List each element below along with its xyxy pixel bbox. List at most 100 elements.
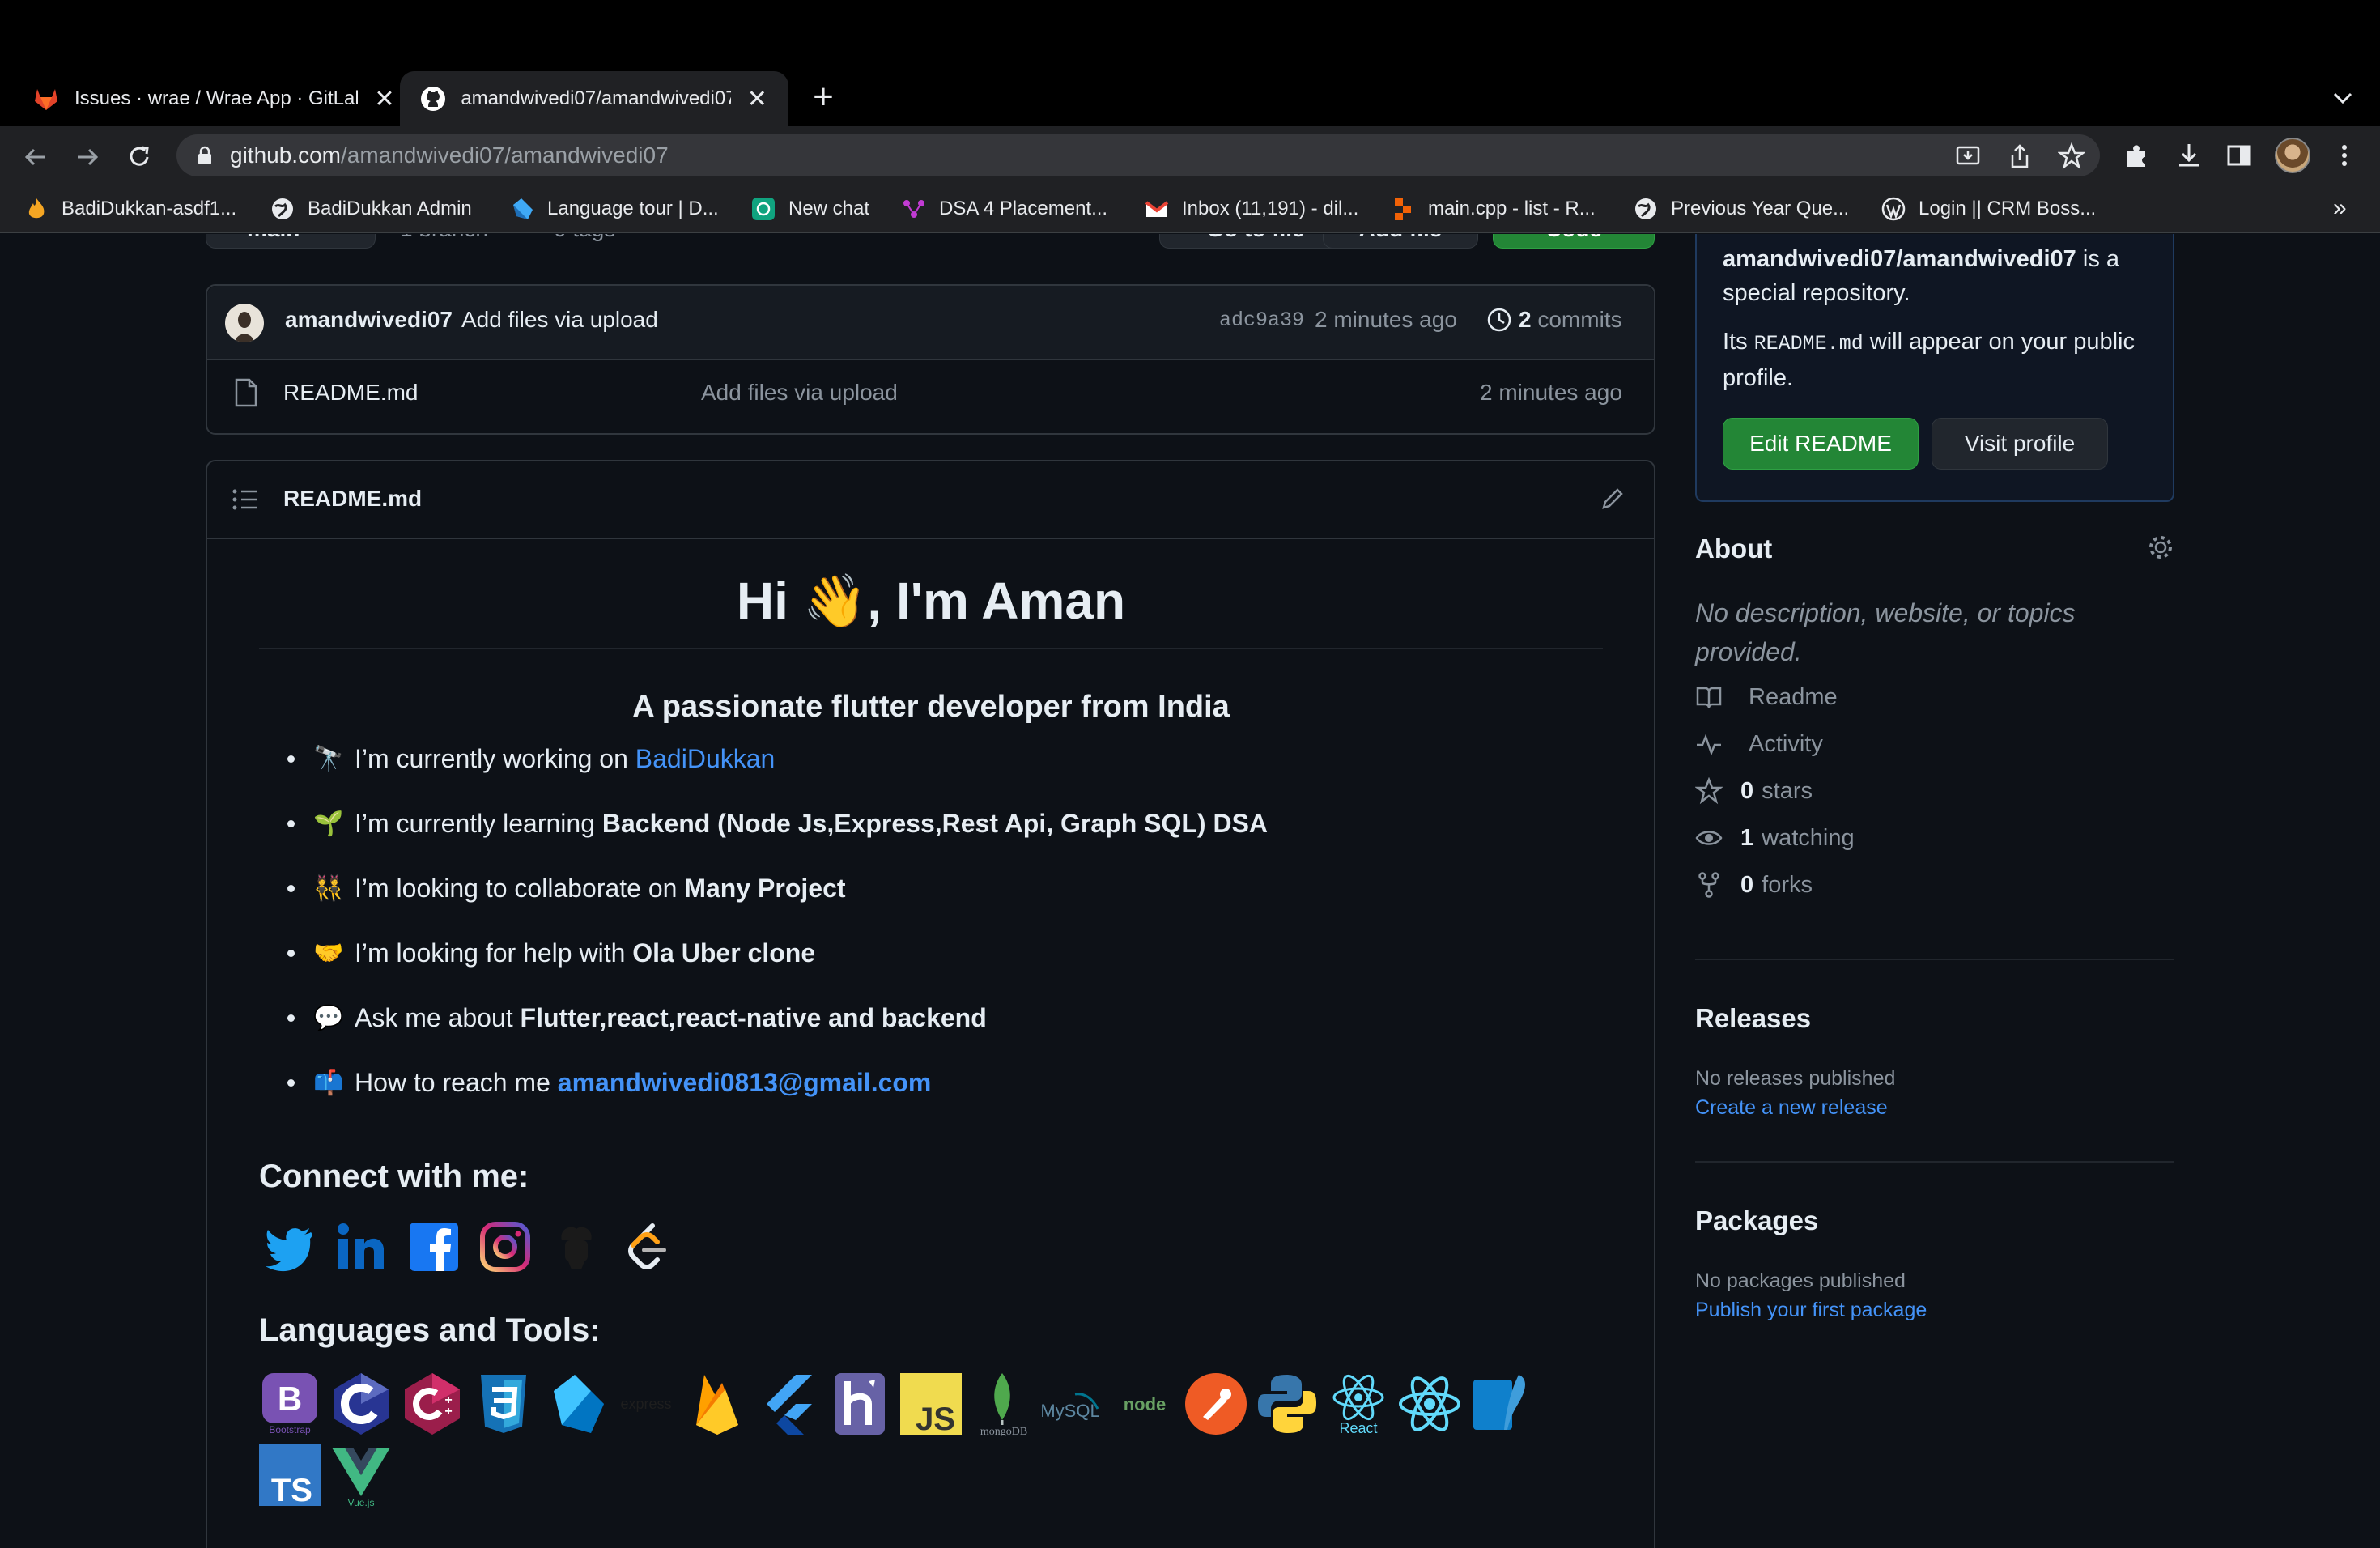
facebook-icon[interactable] [408, 1221, 460, 1273]
postman-icon[interactable] [1184, 1372, 1248, 1436]
gear-icon[interactable] [2147, 534, 2174, 561]
bookmark-item[interactable]: BadiDukkan-asdf1... [24, 185, 236, 233]
commit-hash[interactable]: adc9a39 [1219, 308, 1304, 332]
special-repo-name[interactable]: amandwivedi07/amandwivedi07 [1723, 246, 2076, 272]
bookmarks-overflow-button[interactable]: » [2333, 194, 2347, 222]
nodejs-icon[interactable]: node [1112, 1372, 1177, 1436]
badidukkan-link[interactable]: BadiDukkan [635, 744, 776, 774]
cplusplus-icon[interactable]: + + [400, 1372, 465, 1436]
profile-avatar[interactable] [2275, 138, 2310, 173]
mysql-icon[interactable]: MySQL [1041, 1372, 1106, 1436]
flutter-icon[interactable] [756, 1372, 821, 1436]
edit-readme-label: Edit README [1749, 431, 1892, 456]
commit-author[interactable]: amandwivedi07 [285, 307, 453, 333]
bookmark-item[interactable]: main.cpp - list - R... [1391, 185, 1596, 233]
about-readme-link[interactable]: Readme [1695, 681, 1838, 713]
about-forks-link[interactable]: 0 forks [1695, 869, 1813, 901]
close-icon[interactable]: ✕ [372, 85, 397, 113]
publish-package-link[interactable]: Publish your first package [1695, 1299, 1927, 1322]
table-row[interactable]: README.md Add files via upload 2 minutes… [206, 362, 1655, 423]
readme-title: Hi 👋, I'm Aman [259, 560, 1603, 649]
python-icon[interactable] [1255, 1372, 1320, 1436]
about-watching-link[interactable]: 1 watching [1695, 822, 1855, 854]
download-icon[interactable] [2173, 139, 2205, 172]
bookmark-item[interactable]: Previous Year Que... [1634, 185, 1849, 233]
bullet-text: I’m looking for help with [355, 938, 633, 968]
side-panel-icon[interactable] [2223, 139, 2255, 172]
twitter-icon[interactable] [264, 1221, 316, 1273]
code-label: Code [1545, 234, 1602, 242]
extensions-icon[interactable] [2121, 139, 2153, 172]
bookmark-item[interactable]: Inbox (11,191) - dil... [1145, 185, 1358, 233]
javascript-icon[interactable]: JS [899, 1372, 963, 1436]
vuejs-icon[interactable]: Vue.js [329, 1443, 393, 1508]
bookmark-label: New chat [788, 198, 870, 219]
visit-profile-button[interactable]: Visit profile [1932, 418, 2108, 470]
reactnative-icon[interactable] [1397, 1372, 1462, 1436]
bookmark-item[interactable]: BadiDukkan Admin [270, 185, 472, 233]
dart-icon[interactable] [542, 1372, 607, 1436]
avatar[interactable] [225, 304, 264, 342]
typescript-icon[interactable]: TS [257, 1443, 322, 1508]
releases-none-text: No releases published [1695, 1067, 1896, 1090]
branch-select-button[interactable]: main [206, 234, 376, 249]
install-app-icon[interactable] [1954, 142, 1982, 170]
readme-subtitle: A passionate flutter developer from Indi… [632, 690, 1230, 724]
bookmark-star-icon[interactable] [2057, 142, 2086, 170]
list-item: 🌱 I’m currently learning Backend (Node Js… [287, 807, 1268, 840]
leetcode-icon[interactable] [622, 1221, 674, 1273]
about-activity-link[interactable]: Activity [1695, 728, 1823, 760]
releases-heading[interactable]: Releases [1695, 1003, 1811, 1034]
reload-icon[interactable] [123, 141, 155, 173]
list-icon[interactable] [232, 487, 259, 512]
add-file-button[interactable]: Add file [1323, 234, 1478, 249]
bookmark-item[interactable]: Language tour | D... [510, 185, 719, 233]
edit-readme-button[interactable]: Edit README [1723, 418, 1919, 470]
bookmark-item[interactable]: DSA 4 Placement... [902, 185, 1107, 233]
commits-link[interactable]: 2 commits [1519, 307, 1622, 333]
linkedin-icon[interactable] [335, 1221, 387, 1273]
codechef-icon[interactable] [550, 1221, 602, 1273]
instagram-icon[interactable] [479, 1221, 531, 1273]
new-tab-button[interactable]: + [805, 78, 841, 118]
bookmark-item[interactable]: Login || CRM Boss... [1881, 185, 2096, 233]
bootstrap-icon[interactable]: B Bootstrap [257, 1372, 322, 1436]
sqlite-icon[interactable] [1468, 1372, 1533, 1436]
list-item: 📫 How to reach me amandwivedi0813@gmail.c… [287, 1066, 931, 1099]
packages-heading[interactable]: Packages [1695, 1206, 1818, 1236]
readme-note-prefix: Its [1723, 329, 1754, 355]
address-bar[interactable]: github.com/amandwivedi07/amandwivedi07 [176, 134, 2100, 176]
bookmark-label: Previous Year Que... [1671, 198, 1850, 219]
bullet-dot [287, 755, 295, 763]
back-arrow-icon[interactable] [19, 141, 52, 173]
branches-link[interactable]: 1 branch [400, 234, 488, 242]
firebase-icon[interactable] [685, 1372, 750, 1436]
share-icon[interactable] [2006, 142, 2034, 170]
commit-message[interactable]: Add files via upload [461, 307, 658, 333]
bookmark-item[interactable]: New chat [751, 185, 869, 233]
pencil-icon[interactable] [1600, 486, 1626, 512]
chevron-down-icon[interactable] [2327, 84, 2359, 113]
svg-text:Vue.js: Vue.js [348, 1497, 375, 1508]
about-stars-link[interactable]: 0 stars [1695, 775, 1813, 807]
express-icon[interactable]: express [614, 1372, 678, 1436]
create-release-link[interactable]: Create a new release [1695, 1096, 1888, 1120]
email-link[interactable]: amandwivedi0813@gmail.com [558, 1068, 932, 1098]
mongodb-icon[interactable]: mongoDB [970, 1372, 1035, 1436]
react-icon[interactable]: React [1326, 1372, 1391, 1436]
browser-tab-github[interactable]: amandwivedi07/amandwivedi07 ✕ [400, 71, 788, 126]
heroku-icon[interactable] [827, 1372, 892, 1436]
c-icon[interactable] [329, 1372, 393, 1436]
about-heading: About [1695, 534, 1773, 563]
css3-icon[interactable] [471, 1372, 536, 1436]
tags-link[interactable]: 0 tags [554, 234, 615, 242]
file-commit-message[interactable]: Add files via upload [701, 380, 898, 406]
close-icon[interactable]: ✕ [746, 85, 769, 113]
code-button[interactable]: Code [1493, 234, 1655, 249]
lock-icon[interactable] [194, 145, 215, 166]
file-name[interactable]: README.md [283, 380, 418, 406]
globe-icon [270, 197, 295, 221]
forward-arrow-icon[interactable] [71, 141, 104, 173]
more-menu-icon[interactable] [2328, 139, 2361, 172]
browser-tab-gitlab[interactable]: Issues · wrae / Wrae App · GitLab ✕ [13, 71, 416, 126]
